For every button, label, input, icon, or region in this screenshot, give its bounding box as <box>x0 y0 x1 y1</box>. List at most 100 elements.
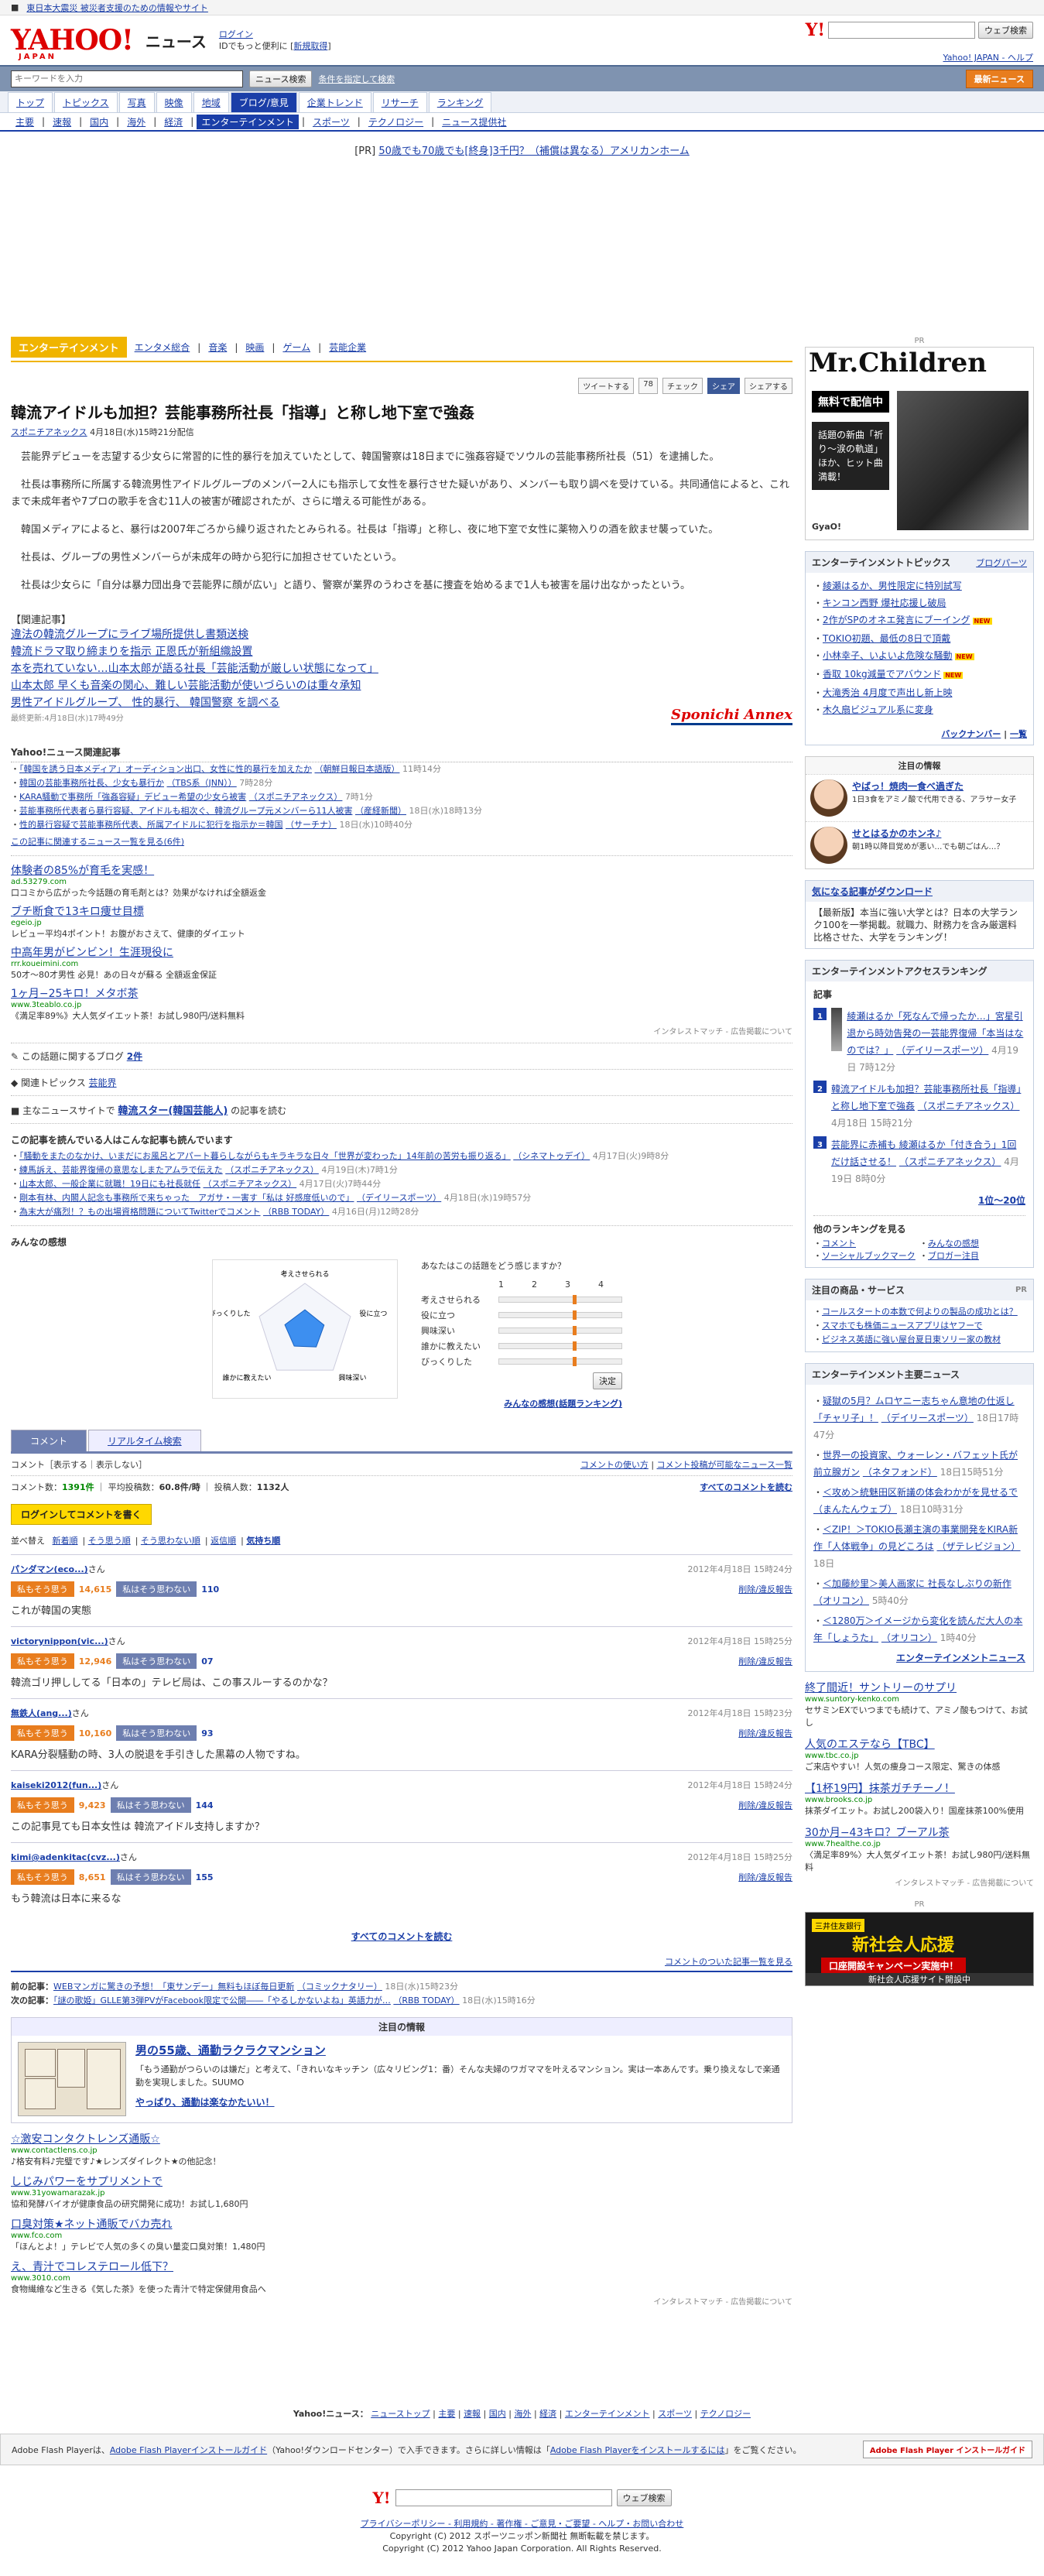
bank-banner[interactable]: 三井住友銀行 新社会人応援 口座開設キャンペーン実施中！ 新社会人応援サイト開設… <box>805 1912 1034 1986</box>
comment-user[interactable]: kaiseki2012(fun...) <box>11 1780 101 1790</box>
footer-nav-link[interactable]: ニューストップ <box>371 2409 430 2419</box>
ad-title[interactable]: 体験者の85%が育毛を実感！ <box>11 862 792 878</box>
sponichi-logo[interactable]: Sponichi Annex <box>671 707 792 725</box>
report-link[interactable]: 削除/違反報告 <box>738 1655 792 1667</box>
other-ranking-link[interactable]: ソーシャルブックマーク <box>822 1251 916 1261</box>
flash-install-link[interactable]: Adobe Flash Playerをインストールするには <box>550 2445 725 2455</box>
web-search-button[interactable]: ウェブ検索 <box>978 22 1033 39</box>
topic-link[interactable]: 香取 10kg減量でアバウンド <box>823 669 941 680</box>
topics-list-link[interactable]: 一覧 <box>1010 729 1027 739</box>
news-search-button[interactable]: ニュース検索 <box>249 70 313 87</box>
main-site-link[interactable]: 韓流スター(韓国芸能人) <box>118 1105 228 1117</box>
nav-top[interactable]: トップ <box>8 92 53 112</box>
rank-source[interactable]: （スポニチアネックス） <box>899 1156 1001 1167</box>
login-link[interactable]: ログイン <box>219 29 253 39</box>
blogs-count-link[interactable]: 2件 <box>127 1051 142 1062</box>
ent-news-link[interactable]: ＜加藤紗里＞美人画家に 社長なしぶりの新作 <box>823 1578 1011 1589</box>
kanso-slider[interactable] <box>498 1326 622 1335</box>
tweet-button[interactable]: ツイートする <box>578 378 635 394</box>
nav2-tech[interactable]: テクノロジー <box>364 115 428 129</box>
list-item-source[interactable]: （デイリースポーツ） <box>357 1193 441 1203</box>
sort-feeling[interactable]: 気持ち順 <box>246 1536 280 1546</box>
ad-title[interactable]: 終了間近！サントリーのサプリ <box>805 1680 1034 1695</box>
footer-nav-link[interactable]: エンターテインメント <box>565 2409 650 2419</box>
footer-links[interactable]: プライバシーポリシー - 利用規約 - 著作権 - ご意見・ご要望 - ヘルプ・… <box>0 2518 1044 2530</box>
disagree-button[interactable]: 私はそう思わない <box>116 1725 197 1741</box>
ad-title[interactable]: 人気のエステなら【TBC】 <box>805 1736 1034 1752</box>
header-links[interactable]: Yahoo! JAPAN - ヘルプ <box>943 51 1033 63</box>
agree-button[interactable]: 私もそう思う <box>11 1869 74 1885</box>
agree-button[interactable]: 私もそう思う <box>11 1725 74 1741</box>
kanso-slider[interactable] <box>498 1341 622 1351</box>
product-link[interactable]: ビジネス英語に強い屋台夏日東ソリー家の教材 <box>822 1334 1001 1345</box>
next-article-link[interactable]: 「謎の歌姫」GLLE第3弾PVがFacebook限定で公開――「やるしかないよね… <box>53 1995 391 2006</box>
cat-link-company[interactable]: 芸能企業 <box>329 341 366 354</box>
product-link[interactable]: スマホでも株価ニュースアプリはヤフーで <box>822 1321 982 1331</box>
list-item-link[interactable]: 「騒動をまたのなかけ、いまだにお風呂とアパート暮らしながらもキラキラな日々「世界… <box>19 1151 511 1161</box>
footer-search-button[interactable]: ウェブ検索 <box>616 2489 672 2506</box>
nav2-flash[interactable]: 速報 <box>48 115 76 129</box>
ad-title[interactable]: ☆激安コンタクトレンズ通販☆ <box>11 2131 792 2146</box>
sort-reply[interactable]: 返信順 <box>211 1536 236 1546</box>
ad-title[interactable]: しじみパワーをサプリメントで <box>11 2174 792 2189</box>
list-item-link[interactable]: 山本太郎、一般企業に就職！19日にも社長就任 <box>19 1179 200 1189</box>
comment-user[interactable]: 無鉄人(ang...) <box>11 1708 72 1718</box>
list-item-link[interactable]: 練馬訴え、芸能界復帰の意思なしまたアムラで伝えた <box>19 1165 223 1175</box>
kanso-submit-button[interactable]: 決定 <box>593 1372 622 1389</box>
disagree-button[interactable]: 私はそう思わない <box>116 1653 197 1669</box>
list-item-source[interactable]: （産経新聞） <box>355 806 406 816</box>
sort-newest[interactable]: 新着順 <box>53 1536 78 1546</box>
sort-disagree[interactable]: そう思わない順 <box>141 1536 200 1546</box>
nav-topics[interactable]: トピックス <box>54 92 118 112</box>
nav2-sports[interactable]: スポーツ <box>308 115 354 129</box>
comment-ranking-link[interactable]: コメントのついた記事一覧を見る <box>665 1957 792 1967</box>
facebook-share-button[interactable]: シェア <box>707 378 740 394</box>
ent-news-source[interactable]: （オリコン） <box>813 1595 869 1606</box>
ad-title[interactable]: 【1杯19円】抹茶ガチチーノ！ <box>805 1780 1034 1796</box>
related-link[interactable]: 違法の韓流グループにライブ場所提供し書類送検 <box>11 626 792 643</box>
rank-source[interactable]: （スポニチアネックス） <box>918 1101 1020 1112</box>
all-comments-link-top[interactable]: すべてのコメントを読む <box>700 1481 792 1493</box>
list-item-link[interactable]: 芸能事務所代表者ら暴行容疑、アイドルも相次ぐ、韓流グループ元メンバーら11人被害 <box>19 806 352 816</box>
list-item-link[interactable]: 「韓国を誘う日本メディア」オーディション出口、女性に性的暴行を加えたか <box>19 764 312 774</box>
nav-research[interactable]: リサーチ <box>372 92 427 112</box>
ad-title[interactable]: え、青汁でコレステロール低下？ <box>11 2259 792 2274</box>
ad-title[interactable]: 中高年男がビンビン！生涯現役に <box>11 944 792 960</box>
footer-nav-link[interactable]: 海外 <box>514 2409 531 2419</box>
back-number-link[interactable]: バックナンバー <box>941 729 1001 739</box>
other-ranking-link[interactable]: みんなの感想 <box>928 1238 979 1249</box>
list-item-source[interactable]: （シネマトゥデイ） <box>513 1151 590 1161</box>
disagree-button[interactable]: 私はそう思わない <box>110 1869 191 1885</box>
comment-howto-link[interactable]: コメントの使い方 <box>580 1460 649 1470</box>
ent-news-source[interactable]: （ネタフォンド） <box>863 1467 937 1478</box>
footer-nav-link[interactable]: 国内 <box>489 2409 506 2419</box>
cat-link-game[interactable]: ゲーム <box>282 341 310 354</box>
news-search-input[interactable] <box>11 70 243 87</box>
topic-link[interactable]: 2作がSPのオネエ発言にブーイング <box>823 615 970 625</box>
topics-link[interactable]: 芸能界 <box>89 1077 117 1088</box>
prev-source[interactable]: （コミックナタリー） <box>297 1982 382 1992</box>
kanso-ranking-link[interactable]: みんなの感想(話題ランキング) <box>504 1399 622 1409</box>
list-item-source[interactable]: （RBB TODAY） <box>263 1207 329 1217</box>
topic-link[interactable]: キンコン西野 爆社応援し破局 <box>823 598 946 608</box>
ent-news-more[interactable]: エンターテインメントニュース <box>896 1653 1025 1663</box>
footer-nav-link[interactable]: 経済 <box>539 2409 556 2419</box>
yahoo-share-button[interactable]: シェアする <box>744 378 792 394</box>
list-item-link[interactable]: 為末大が痛烈！？もの出場資格問題についてTwitterでコメント <box>19 1207 261 1217</box>
other-ranking-link[interactable]: コメント <box>822 1238 856 1249</box>
disaster-support-link[interactable]: 東日本大震災 被災者支援のための情報やサイト <box>26 2 208 14</box>
list-item-source[interactable]: （スポニチアネックス） <box>204 1179 297 1189</box>
attention-title[interactable]: せとはるかのホンネ♪ <box>852 827 1004 840</box>
comment-display-toggle[interactable]: コメント［表示する｜表示しない］ <box>11 1458 147 1471</box>
nav-trend[interactable]: 企業トレンド <box>298 92 371 112</box>
footer-nav-link[interactable]: 速報 <box>464 2409 481 2419</box>
list-item-link[interactable]: 性的暴行容疑で芸能事務所代表、所属アイドルに犯行を指示か＝韓国 <box>19 820 282 830</box>
cat-link-general[interactable]: エンタメ総合 <box>135 341 190 354</box>
related-link[interactable]: 韓流ドラマ取り締まりを指示 正恩氏が新組織設置 <box>11 643 792 660</box>
comment-user[interactable]: kimi@adenkitac(cvz...) <box>11 1852 120 1862</box>
topic-link[interactable]: 木久扇ビジュアル系に変身 <box>823 704 933 715</box>
web-search-input[interactable] <box>828 22 975 39</box>
kanso-slider[interactable] <box>498 1357 622 1366</box>
nav2-domestic[interactable]: 国内 <box>85 115 113 129</box>
interest-match-link-2[interactable]: インタレストマッチ - 広告掲載について <box>11 2295 792 2307</box>
